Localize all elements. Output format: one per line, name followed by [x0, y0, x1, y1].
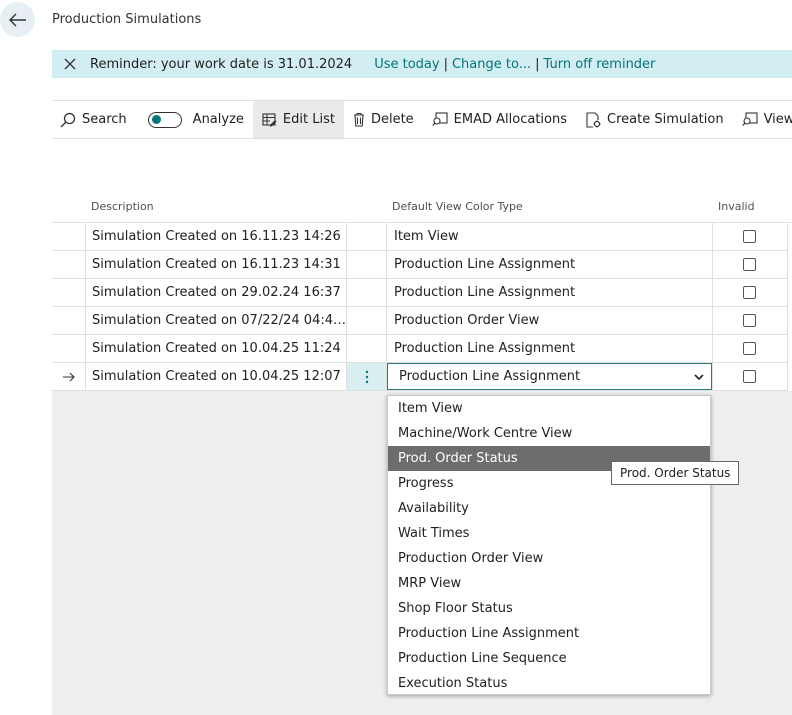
- search-icon: [60, 112, 76, 127]
- arrow-left-icon: [8, 13, 26, 26]
- create-simulation-button[interactable]: Create Simulation: [576, 101, 733, 138]
- create-simulation-label: Create Simulation: [607, 112, 724, 127]
- column-header-color-type[interactable]: Default View Color Type: [392, 195, 523, 222]
- table-row[interactable]: Simulation Created on 07/22/24 04:47 ...…: [52, 307, 792, 335]
- color-type-cell[interactable]: Production Line Assignment: [387, 279, 713, 307]
- option-machine-work-centre-view[interactable]: Machine/Work Centre View: [388, 421, 710, 446]
- option-production-order-view[interactable]: Production Order View: [388, 546, 710, 571]
- description-cell[interactable]: Simulation Created on 16.11.23 14:26: [86, 223, 347, 251]
- option-mrp-view[interactable]: MRP View: [388, 571, 710, 596]
- action-bar: Search Analyze Edit List Delete EMAD All…: [52, 100, 792, 139]
- back-button[interactable]: [0, 2, 35, 37]
- description-cell[interactable]: Simulation Created on 07/22/24 04:47 ...: [86, 307, 347, 335]
- edit-list-label: Edit List: [282, 112, 335, 127]
- option-shop-floor-status[interactable]: Shop Floor Status: [388, 596, 710, 621]
- work-date-reminder: Reminder: your work date is 31.01.2024 U…: [52, 50, 792, 78]
- description-cell[interactable]: Simulation Created on 29.02.24 16:37: [86, 279, 347, 307]
- color-type-cell[interactable]: Production Line Assignment: [387, 335, 713, 363]
- use-today-link[interactable]: Use today: [374, 57, 439, 72]
- option-production-line-assignment[interactable]: Production Line Assignment: [388, 621, 710, 646]
- edit-list-button[interactable]: Edit List: [252, 101, 344, 138]
- close-icon[interactable]: [64, 58, 82, 70]
- emad-allocations-label: EMAD Allocations: [453, 112, 567, 127]
- analyze-label: Analyze: [192, 112, 244, 127]
- invalid-checkbox[interactable]: [743, 370, 756, 383]
- turn-off-reminder-link[interactable]: Turn off reminder: [544, 57, 656, 72]
- invalid-checkbox[interactable]: [743, 286, 756, 299]
- color-type-cell[interactable]: Production Order View: [387, 307, 713, 335]
- description-cell[interactable]: Simulation Created on 10.04.25 12:07: [86, 363, 347, 391]
- table-row[interactable]: Simulation Created on 29.02.24 16:37 Pro…: [52, 279, 792, 307]
- view-simulation-button[interactable]: View Sim: [733, 101, 792, 138]
- column-header-invalid[interactable]: Invalid: [718, 195, 755, 222]
- invalid-checkbox[interactable]: [743, 314, 756, 327]
- more-vertical-icon: [365, 370, 368, 383]
- trash-icon: [353, 112, 364, 127]
- invalid-checkbox[interactable]: [743, 258, 756, 271]
- option-availability[interactable]: Availability: [388, 496, 710, 521]
- current-row-arrow-icon: [62, 372, 75, 381]
- reminder-message: Reminder: your work date is 31.01.2024: [90, 56, 353, 72]
- chevron-down-icon: [694, 373, 704, 380]
- table-row[interactable]: Simulation Created on 16.11.23 14:31 Pro…: [52, 251, 792, 279]
- row-actions-button[interactable]: [347, 363, 387, 391]
- edit-list-icon: [262, 112, 277, 126]
- invalid-checkbox[interactable]: [743, 230, 756, 243]
- toggle-switch[interactable]: [147, 111, 182, 128]
- color-type-select[interactable]: Production Line Assignment: [387, 363, 712, 390]
- option-item-view[interactable]: Item View: [388, 396, 710, 421]
- delete-button[interactable]: Delete: [344, 101, 423, 138]
- description-cell[interactable]: Simulation Created on 16.11.23 14:31: [86, 251, 347, 279]
- search-label: Search: [82, 112, 127, 127]
- option-execution-status[interactable]: Execution Status: [388, 671, 710, 696]
- table-row[interactable]: Simulation Created on 16.11.23 14:26 Ite…: [52, 223, 792, 251]
- color-type-cell[interactable]: Item View: [387, 223, 713, 251]
- document-search-icon: [431, 112, 448, 126]
- analyze-toggle[interactable]: Analyze: [136, 101, 253, 138]
- table-row[interactable]: Simulation Created on 10.04.25 11:24 Pro…: [52, 335, 792, 363]
- description-cell[interactable]: Simulation Created on 10.04.25 11:24: [86, 335, 347, 363]
- settings-document-icon: [586, 111, 601, 128]
- option-wait-times[interactable]: Wait Times: [388, 521, 710, 546]
- color-type-cell[interactable]: Production Line Assignment: [387, 251, 713, 279]
- color-type-select-value: Production Line Assignment: [399, 369, 581, 384]
- option-production-line-sequence[interactable]: Production Line Sequence: [388, 646, 710, 671]
- delete-label: Delete: [370, 112, 414, 127]
- invalid-checkbox[interactable]: [743, 342, 756, 355]
- search-button[interactable]: Search: [52, 101, 136, 138]
- view-icon: [741, 112, 758, 126]
- column-header-description[interactable]: Description: [91, 195, 154, 222]
- page-title: Production Simulations: [52, 12, 202, 27]
- change-to-link[interactable]: Change to...: [452, 57, 531, 72]
- emad-allocations-button[interactable]: EMAD Allocations: [423, 101, 576, 138]
- option-tooltip: Prod. Order Status: [611, 461, 740, 485]
- color-type-dropdown-list: Item View Machine/Work Centre View Prod.…: [387, 395, 711, 695]
- table-row-selected[interactable]: Simulation Created on 10.04.25 12:07 Pro…: [52, 363, 792, 391]
- view-simulation-label: View Sim: [763, 112, 792, 127]
